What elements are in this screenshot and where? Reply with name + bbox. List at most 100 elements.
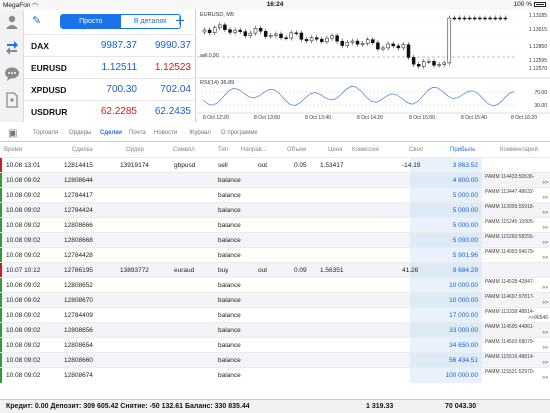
cell-comment: PAMM 113447:48632- >> bbox=[485, 189, 548, 201]
col-swap[interactable]: Своп bbox=[409, 147, 423, 153]
quote-ask[interactable]: 702.04 bbox=[143, 84, 191, 95]
cell-time: 10.08 09:02 bbox=[6, 237, 41, 244]
cell-type: balance bbox=[218, 192, 241, 199]
candle bbox=[258, 27, 263, 32]
cell-profit: 5 000.00 bbox=[452, 207, 478, 214]
cell-deal: 12808666 bbox=[64, 222, 93, 229]
time-tick: 8 Oct 14:20 bbox=[357, 115, 383, 121]
pencil-icon[interactable]: ✎ bbox=[32, 14, 41, 27]
table-row[interactable]: 10.08 09:02 12808670 balance 10 000.00 PAMM … bbox=[0, 292, 550, 308]
summary-text: Кредит: 0.00 Депозит: 309 605.42 Снятие:… bbox=[6, 403, 250, 410]
col-price[interactable]: Цена bbox=[328, 147, 342, 153]
tab-orders[interactable]: Ордеры bbox=[69, 130, 91, 136]
row-accent bbox=[0, 293, 2, 308]
table-row[interactable]: 10.08 09:02 12784417 balance 5 000.00 PAMM 1… bbox=[0, 187, 550, 203]
swap-total: 1 319.33 bbox=[366, 403, 394, 410]
tab-news[interactable]: Новости bbox=[154, 130, 177, 136]
quote-bid[interactable]: 700.30 bbox=[92, 84, 137, 95]
candle bbox=[391, 43, 395, 47]
col-time[interactable]: Время bbox=[4, 147, 22, 153]
candle bbox=[228, 29, 232, 33]
quote-ask[interactable]: 1.12523 bbox=[143, 62, 191, 73]
table-row[interactable]: 10.08 09:02 12808660 balance 56 434.51 PAMM … bbox=[0, 352, 550, 368]
cell-profit: 34 650.00 bbox=[449, 342, 478, 349]
candle bbox=[447, 17, 452, 64]
col-volume[interactable]: Объем bbox=[287, 147, 306, 153]
tab-trade[interactable]: Торговля bbox=[33, 130, 58, 136]
table-row[interactable]: 10.08 09:02 12808644 balance 4 800.00 PAMM 1… bbox=[0, 172, 550, 188]
col-commission[interactable]: Комиссия bbox=[352, 147, 379, 153]
table-row[interactable]: 10.07 10:12 12786195 13893772 euraud buy out 0… bbox=[0, 262, 550, 278]
document-icon[interactable] bbox=[4, 92, 20, 108]
col-symbol[interactable]: Символ bbox=[173, 147, 195, 153]
quote-bid[interactable]: 9987.37 bbox=[92, 40, 137, 51]
col-order[interactable]: Ордер bbox=[126, 147, 144, 153]
table-row[interactable]: 10.08 09:02 12808674 balance 100 000.00 PAMM… bbox=[0, 367, 550, 383]
tab-about[interactable]: О программе bbox=[221, 130, 258, 136]
cell-deal: 12784409 bbox=[64, 312, 93, 319]
transfer-icon[interactable] bbox=[4, 40, 20, 56]
account-summary: Кредит: 0.00 Депозит: 309 605.42 Снятие:… bbox=[0, 399, 550, 413]
profit-total: 70 043.30 bbox=[445, 403, 477, 410]
cell-deal: 12784424 bbox=[64, 207, 93, 214]
segment-simple[interactable]: Просто bbox=[61, 15, 121, 28]
tab-deals[interactable]: Сделки bbox=[100, 130, 122, 136]
quote-row[interactable]: DAX 9987.37 9990.37 bbox=[24, 34, 196, 56]
candle bbox=[396, 45, 401, 49]
rsi-line bbox=[202, 86, 515, 107]
candle bbox=[304, 39, 309, 42]
user-icon[interactable] bbox=[4, 14, 20, 30]
table-row[interactable]: 10.08 13:01 12814415 13919174 gbpusd sell out… bbox=[0, 157, 550, 173]
candle bbox=[381, 47, 385, 50]
col-profit[interactable]: Прибыль bbox=[450, 147, 475, 153]
chat-icon[interactable] bbox=[4, 66, 20, 82]
table-row[interactable]: 10.08 09:02 12808666 balance 5 000.00 PAMM 1… bbox=[0, 217, 550, 233]
table-row[interactable]: 10.08 09:02 12808652 balance 10 000.00 PAMM … bbox=[0, 277, 550, 293]
quote-symbol: USDRUR bbox=[31, 107, 68, 117]
segment-detailed[interactable]: В деталях bbox=[121, 15, 181, 28]
col-deal[interactable]: Сделка bbox=[72, 147, 93, 153]
table-row[interactable]: 10.08 09:02 12808668 balance 5 000.00 PAMM 1… bbox=[0, 232, 550, 248]
col-comment[interactable]: Комментарий bbox=[500, 147, 538, 153]
table-row[interactable]: 10.08 09:02 12808656 balance 33 000.00 PAMM … bbox=[0, 322, 550, 338]
tab-mail[interactable]: Почта bbox=[129, 130, 146, 136]
cell-time: 10.07 10:12 bbox=[6, 267, 41, 274]
cell-comment: PAMM 115516:48814- >> bbox=[485, 354, 548, 366]
table-row[interactable]: 10.08 09:02 12784409 balance 17 000.00 PAMM … bbox=[0, 307, 550, 323]
quote-ask[interactable]: 9990.37 bbox=[143, 40, 191, 51]
cell-time: 10.08 09:02 bbox=[6, 252, 41, 259]
col-type[interactable]: Тип bbox=[218, 147, 228, 153]
quote-bid[interactable]: 1.12511 bbox=[92, 62, 137, 73]
table-row[interactable]: 10.08 09:02 12784428 balance 5 901.96 PAMM 1… bbox=[0, 247, 550, 263]
cell-type: balance bbox=[218, 222, 241, 229]
briefcase-icon[interactable]: ▣ bbox=[8, 128, 17, 139]
cell-comment: PAMM 114433:50536- >> bbox=[485, 174, 548, 186]
cell-vol: 0.05 bbox=[294, 162, 307, 169]
time-tick: 8 Oct 16:20 bbox=[511, 115, 537, 121]
quote-ask[interactable]: 62.2435 bbox=[143, 106, 191, 117]
price-chart[interactable]: EURUSD, M5 sell 0.90 RSI(14) 36.89 1.131… bbox=[197, 10, 550, 122]
candle bbox=[233, 29, 237, 33]
cell-type: buy bbox=[218, 267, 229, 274]
cell-profit: 4 800.00 bbox=[452, 177, 478, 184]
table-row[interactable]: 10.08 09:02 12784424 balance 5 000.00 PAMM 1… bbox=[0, 202, 550, 218]
cell-profit: 56 434.51 bbox=[449, 357, 478, 364]
cell-time: 10.08 09:02 bbox=[6, 282, 41, 289]
candle bbox=[401, 44, 406, 49]
quote-row[interactable]: XPDUSD 700.30 702.04 bbox=[24, 78, 196, 100]
quote-row[interactable]: USDRUR 62.2285 62.2435 bbox=[24, 100, 196, 122]
cell-time: 10.08 09:02 bbox=[6, 192, 41, 199]
quote-bid[interactable]: 62.2285 bbox=[92, 106, 137, 117]
tab-journal[interactable]: Журнал bbox=[189, 130, 211, 136]
plus-icon[interactable]: + bbox=[175, 11, 185, 31]
cell-comment: PAMM 114528:42847- >> bbox=[485, 279, 548, 291]
candle bbox=[274, 33, 278, 36]
cell-time: 10.08 13:01 bbox=[6, 162, 41, 169]
cell-type: balance bbox=[218, 342, 241, 349]
candle bbox=[212, 27, 217, 33]
row-accent bbox=[0, 278, 2, 293]
col-direction[interactable]: Направ... bbox=[241, 147, 267, 153]
quote-row[interactable]: EURUSD 1.12511 1.12523 bbox=[24, 56, 196, 78]
table-row[interactable]: 10.08 09:02 12808654 balance 34 650.00 PAMM … bbox=[0, 337, 550, 353]
candle bbox=[493, 17, 497, 20]
